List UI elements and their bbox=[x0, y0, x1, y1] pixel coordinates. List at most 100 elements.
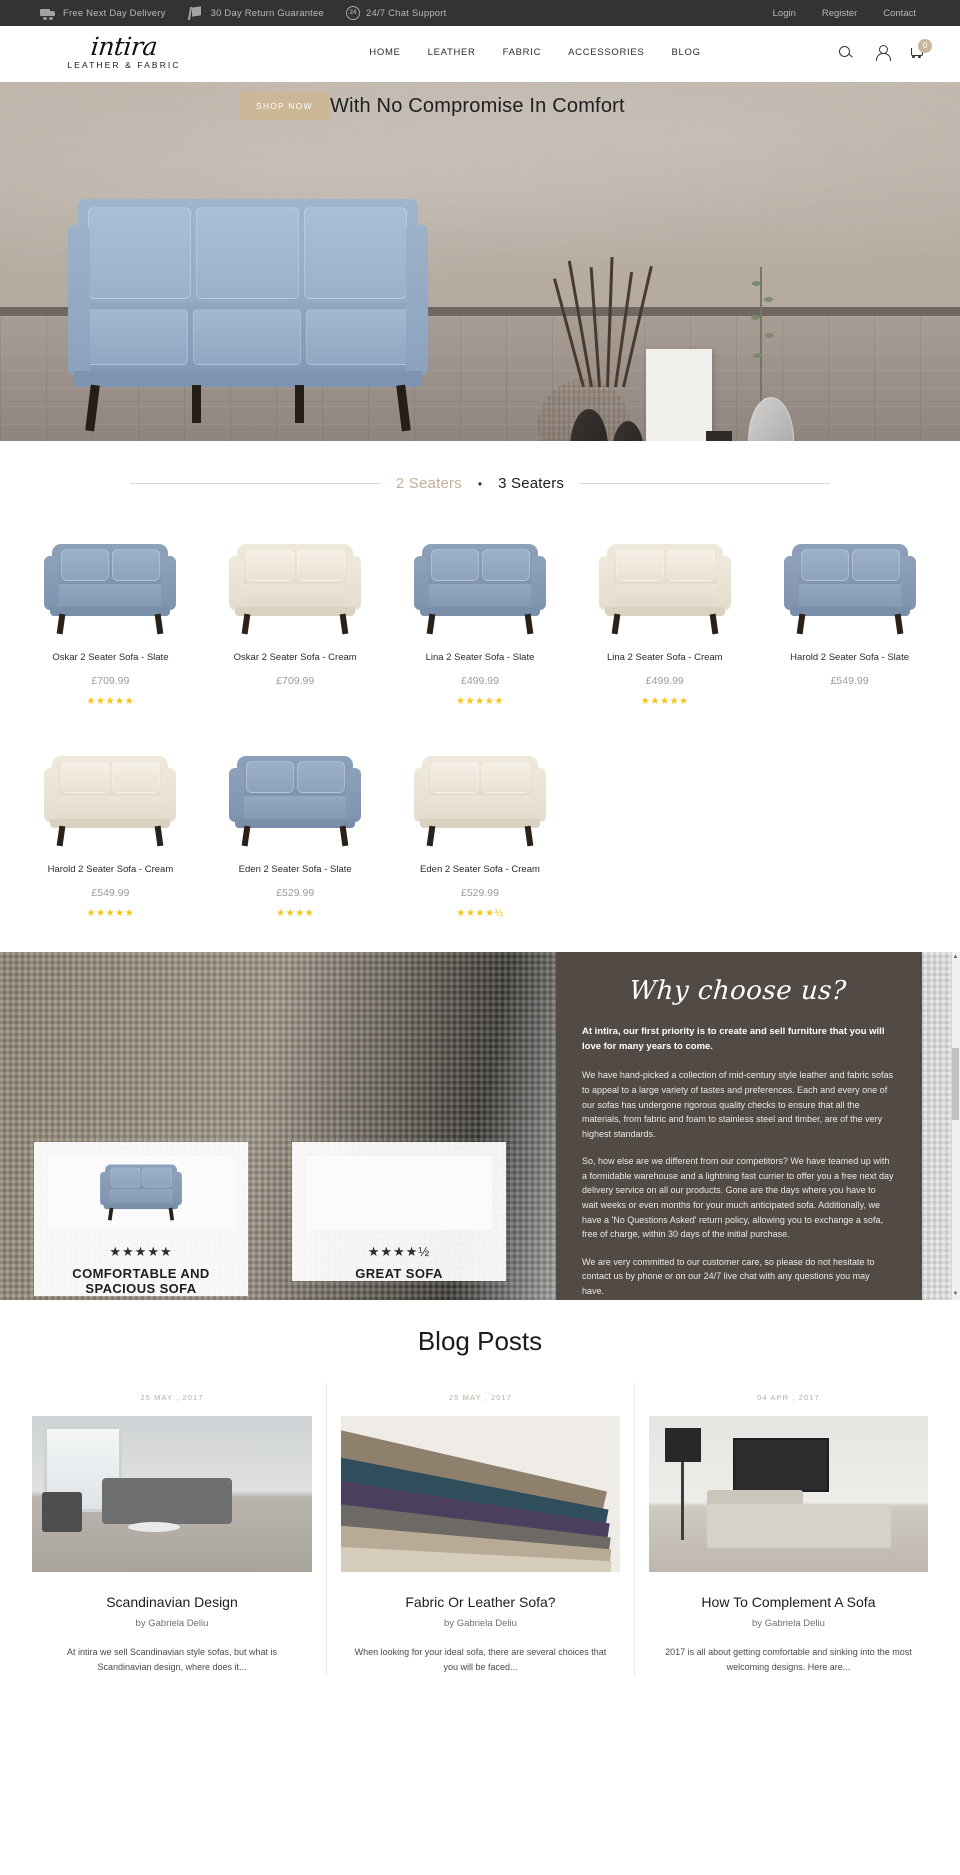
truck-icon bbox=[40, 6, 57, 21]
main-navigation: HOME LEATHER FABRIC ACCESSORIES BLOG bbox=[232, 47, 838, 58]
scroll-up-arrow[interactable]: ▲ bbox=[952, 953, 959, 962]
product-card[interactable]: Harold 2 Seater Sofa - Cream £549.99 ★★★★★ bbox=[18, 730, 203, 942]
blog-post-title[interactable]: Scandinavian Design bbox=[32, 1594, 312, 1610]
register-link[interactable]: Register bbox=[822, 8, 857, 19]
product-image[interactable] bbox=[26, 730, 195, 848]
feature-delivery: Free Next Day Delivery bbox=[40, 6, 166, 21]
page-scrollbar[interactable]: ▲ ▼ bbox=[951, 952, 960, 1300]
blog-section: Blog Posts 25 MAY , 2017 Scandinavian De… bbox=[0, 1300, 960, 1676]
scroll-down-arrow[interactable]: ▼ bbox=[952, 1290, 959, 1299]
hero-headline: With No Compromise In Comfort bbox=[330, 95, 625, 117]
search-icon[interactable] bbox=[838, 45, 854, 61]
testimonial-product-image bbox=[306, 1156, 492, 1230]
nav-item-home[interactable]: HOME bbox=[369, 47, 400, 58]
tabs-rule-right bbox=[580, 483, 831, 484]
product-image[interactable] bbox=[211, 518, 380, 636]
blog-thumbnail bbox=[648, 1416, 928, 1572]
header-action-icons: 0 bbox=[838, 38, 932, 61]
product-image[interactable] bbox=[580, 518, 749, 636]
testimonial-heading: GREAT SOFA bbox=[355, 1266, 443, 1281]
product-image[interactable] bbox=[396, 730, 565, 848]
decor-reed-sticks bbox=[553, 257, 653, 388]
blog-post-title[interactable]: Fabric Or Leather Sofa? bbox=[341, 1594, 620, 1610]
feature-returns: 30 Day Return Guarantee bbox=[188, 6, 324, 21]
product-price: £549.99 bbox=[91, 887, 130, 899]
product-title[interactable]: Oskar 2 Seater Sofa - Cream bbox=[211, 652, 380, 663]
top-utility-bar: Free Next Day Delivery 30 Day Return Gua… bbox=[0, 0, 960, 26]
hero-banner: SHOP NOW With No Compromise In Comfort bbox=[0, 79, 960, 441]
testimonial-card: ★★★★½ GREAT SOFA bbox=[292, 1142, 506, 1281]
blog-excerpt: When looking for your ideal sofa, there … bbox=[354, 1647, 607, 1673]
login-link[interactable]: Login bbox=[773, 8, 796, 19]
shopping-cart-icon[interactable]: 0 bbox=[910, 38, 932, 61]
brand-name: intira bbox=[89, 31, 159, 61]
tab-2-seaters[interactable]: 2 Seaters bbox=[396, 475, 462, 492]
blog-card[interactable]: 25 MAY , 2017 Fabric Or Leather Sofa? by… bbox=[325, 1383, 634, 1676]
product-title[interactable]: Harold 2 Seater Sofa - Slate bbox=[765, 652, 934, 663]
nav-item-accessories[interactable]: ACCESSORIES bbox=[568, 47, 644, 58]
product-price: £549.99 bbox=[830, 675, 869, 687]
product-card[interactable]: Harold 2 Seater Sofa - Slate £549.99 bbox=[757, 518, 942, 730]
blog-card[interactable]: 25 MAY , 2017 Scandinavian Design by Gab… bbox=[18, 1383, 326, 1676]
blog-excerpt: At intira we sell Scandinavian style sof… bbox=[66, 1647, 278, 1673]
nav-item-blog[interactable]: BLOG bbox=[671, 47, 700, 58]
product-title[interactable]: Eden 2 Seater Sofa - Cream bbox=[396, 864, 565, 875]
product-price: £499.99 bbox=[461, 675, 499, 687]
product-card[interactable]: Eden 2 Seater Sofa - Cream £529.99 ★★★★½ bbox=[388, 730, 573, 942]
hero-top-strip bbox=[0, 79, 960, 82]
brand-logo[interactable]: intira LEATHER & FABRIC bbox=[22, 31, 212, 71]
product-image[interactable] bbox=[26, 518, 195, 636]
decor-white-panel bbox=[646, 349, 712, 441]
testimonial-product-image bbox=[48, 1156, 234, 1230]
feature-delivery-label: Free Next Day Delivery bbox=[63, 7, 166, 19]
product-rating-stars: ★★★★★ bbox=[456, 696, 504, 707]
blog-date: 25 MAY , 2017 bbox=[140, 1393, 204, 1402]
nav-item-fabric[interactable]: FABRIC bbox=[503, 47, 542, 58]
feature-returns-label: 30 Day Return Guarantee bbox=[210, 7, 324, 19]
product-card[interactable]: Eden 2 Seater Sofa - Slate £529.99 ★★★★ bbox=[203, 730, 388, 942]
blog-author: by Gabriela Deliu bbox=[444, 1618, 517, 1629]
feature-support: 24 24/7 Chat Support bbox=[345, 6, 447, 20]
product-card[interactable]: Lina 2 Seater Sofa - Slate £499.99 ★★★★★ bbox=[388, 518, 573, 730]
user-account-icon[interactable] bbox=[874, 44, 891, 61]
decor-branch bbox=[751, 267, 774, 403]
product-price: £499.99 bbox=[645, 675, 684, 687]
product-title[interactable]: Lina 2 Seater Sofa - Slate bbox=[396, 652, 565, 663]
chat-support-icon: 24 bbox=[345, 6, 360, 20]
product-card[interactable]: Lina 2 Seater Sofa - Cream £499.99 ★★★★★ bbox=[572, 518, 757, 730]
product-image[interactable] bbox=[396, 518, 565, 636]
blog-post-title[interactable]: How To Complement A Sofa bbox=[649, 1594, 928, 1610]
product-title[interactable]: Lina 2 Seater Sofa - Cream bbox=[580, 652, 749, 663]
product-title[interactable]: Harold 2 Seater Sofa - Cream bbox=[26, 864, 195, 875]
why-choose-us-section: ★★★★★ COMFORTABLE AND SPACIOUS SOFA ★★★★… bbox=[0, 952, 960, 1300]
product-rating-stars bbox=[211, 696, 380, 708]
hero-sofa-image bbox=[68, 199, 428, 441]
topbar-account-links: Login Register Contact bbox=[773, 8, 916, 19]
contact-link[interactable]: Contact bbox=[883, 8, 916, 19]
site-header: intira LEATHER & FABRIC HOME LEATHER FAB… bbox=[0, 26, 960, 79]
product-rating-stars: ★★★★★ bbox=[86, 908, 135, 919]
scrollbar-thumb[interactable] bbox=[952, 1048, 959, 1120]
tab-3-seaters[interactable]: 3 Seaters bbox=[498, 475, 564, 492]
nav-item-leather[interactable]: LEATHER bbox=[428, 47, 476, 58]
product-title[interactable]: Oskar 2 Seater Sofa - Slate bbox=[26, 652, 195, 663]
why-paragraph: We have hand-picked a collection of mid-… bbox=[582, 1070, 893, 1139]
product-title[interactable]: Eden 2 Seater Sofa - Slate bbox=[211, 864, 380, 875]
product-image[interactable] bbox=[211, 730, 380, 848]
testimonial-card: ★★★★★ COMFORTABLE AND SPACIOUS SOFA bbox=[34, 1142, 248, 1296]
product-rating-stars: ★★★★½ bbox=[456, 908, 504, 919]
blog-card[interactable]: 04 APR , 2017 How To Complement A Sofa b… bbox=[633, 1383, 942, 1676]
product-image[interactable] bbox=[765, 518, 934, 636]
shop-now-button[interactable]: SHOP NOW bbox=[240, 92, 329, 120]
product-price: £529.99 bbox=[461, 887, 499, 899]
product-card[interactable]: Oskar 2 Seater Sofa - Cream £709.99 bbox=[203, 518, 388, 730]
topbar-features: Free Next Day Delivery 30 Day Return Gua… bbox=[40, 6, 773, 21]
product-price: £529.99 bbox=[276, 887, 315, 899]
why-paragraph: So, how else are we different from our c… bbox=[582, 1156, 894, 1240]
product-grid: Oskar 2 Seater Sofa - Slate £709.99 ★★★★★ O… bbox=[0, 518, 960, 952]
testimonial-stars: ★★★★★ bbox=[109, 1244, 173, 1259]
why-choose-us-panel: Why choose us? At intira, our first prio… bbox=[556, 952, 922, 1300]
product-rating-stars: ★★★★★ bbox=[640, 696, 689, 707]
category-tabs: 2 Seaters • 3 Seaters bbox=[0, 441, 960, 518]
product-card[interactable]: Oskar 2 Seater Sofa - Slate £709.99 ★★★★★ bbox=[18, 518, 203, 730]
